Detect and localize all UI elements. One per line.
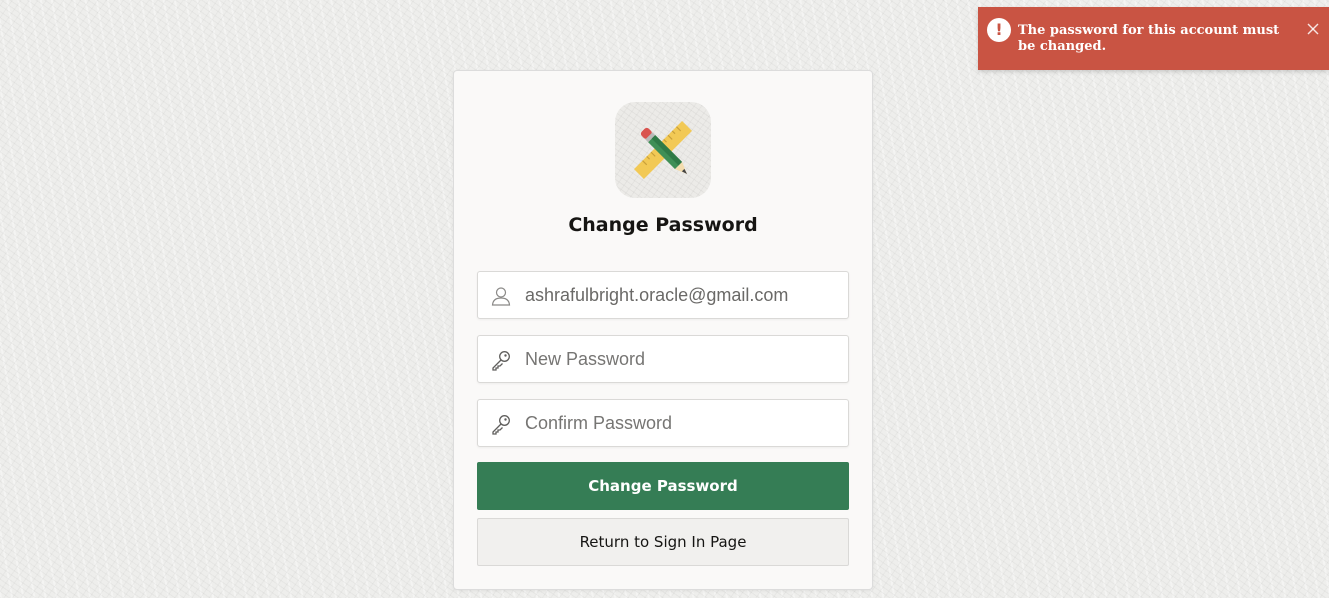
new-password-input[interactable]: [525, 336, 840, 382]
close-icon[interactable]: [1305, 21, 1321, 37]
exclamation-icon: !: [987, 18, 1011, 42]
confirm-password-input[interactable]: [525, 400, 840, 446]
confirm-password-field[interactable]: [477, 399, 849, 447]
new-password-field[interactable]: [477, 335, 849, 383]
notification-message: The password for this account must be ch…: [1018, 23, 1280, 54]
username-field[interactable]: [477, 271, 849, 319]
change-password-button[interactable]: Change Password: [477, 462, 849, 510]
username-input[interactable]: [525, 272, 840, 318]
return-to-sign-in-button[interactable]: Return to Sign In Page: [477, 518, 849, 566]
page-title: Change Password: [568, 214, 758, 236]
error-notification: ! The password for this account must be …: [978, 7, 1329, 70]
change-password-card: Change Password C: [453, 70, 873, 590]
pencil-ruler-icon: [615, 102, 711, 198]
key-icon: [490, 349, 512, 371]
user-icon: [490, 285, 512, 307]
key-icon: [490, 413, 512, 435]
